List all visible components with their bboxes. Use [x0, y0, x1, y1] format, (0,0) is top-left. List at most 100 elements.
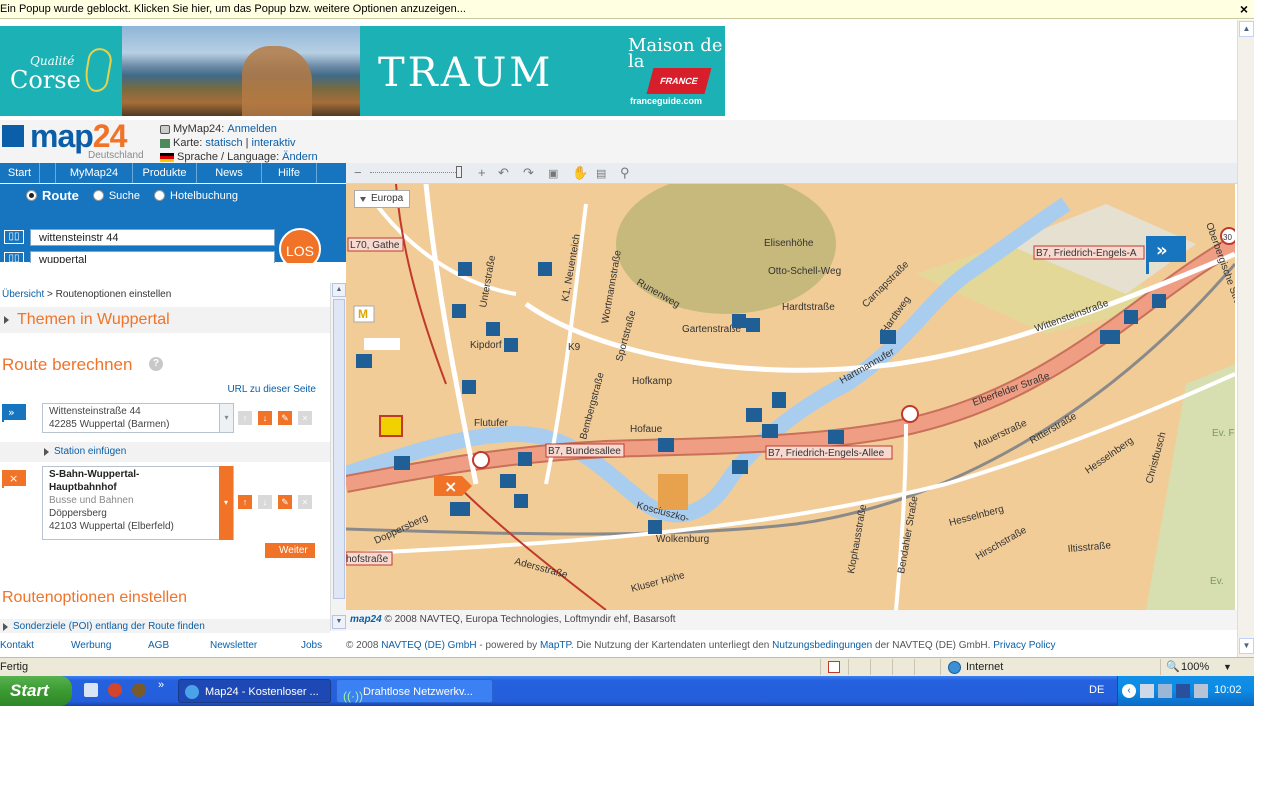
interactive-map-link[interactable]: interaktiv: [252, 136, 296, 150]
station-insert-row[interactable]: Station einfügen: [0, 442, 330, 462]
taskbar-wireless[interactable]: ((·)) Drahtlose Netzwerkv...: [336, 679, 493, 703]
footer-werbung[interactable]: Werbung: [71, 640, 111, 651]
car-icon[interactable]: [880, 330, 896, 344]
bus-icon[interactable]: [772, 392, 786, 406]
parking-icon[interactable]: [452, 304, 466, 318]
themen-section[interactable]: Themen in Wuppertal: [0, 307, 330, 333]
tools-icon[interactable]: ⚲: [620, 165, 630, 181]
parking-icon[interactable]: [746, 318, 760, 332]
hotel-icon[interactable]: [356, 354, 372, 368]
panel-scroll-down-icon[interactable]: ▼: [332, 615, 346, 629]
quicklaunch-outlook-icon[interactable]: [84, 683, 98, 697]
map-canvas[interactable]: 30 L70, Gathe B7, Friedrich-Engels-A B7,…: [346, 184, 1235, 610]
print-icon[interactable]: ▤: [596, 167, 606, 180]
weiter-button[interactable]: Weiter: [265, 543, 315, 558]
parking-icon[interactable]: [538, 262, 552, 276]
hotel-icon[interactable]: [394, 456, 410, 470]
region-select-button[interactable]: Europa: [354, 190, 410, 208]
footer-agb[interactable]: AGB: [148, 640, 169, 651]
dest-edit-icon[interactable]: ✎: [278, 495, 292, 509]
url-link[interactable]: URL zu dieser Seite: [227, 384, 316, 395]
radio-suche[interactable]: Suche: [92, 188, 140, 203]
help-icon[interactable]: ?: [149, 357, 163, 371]
traffic-warning-icon[interactable]: [472, 451, 490, 469]
radio-route[interactable]: Route: [26, 188, 79, 203]
car-icon[interactable]: [746, 408, 762, 422]
popup-blocked-bar[interactable]: Ein Popup wurde geblockt. Klicken Sie hi…: [0, 0, 1254, 19]
parking-icon[interactable]: [648, 520, 662, 534]
panel-scrollbar[interactable]: ▲ ▼: [330, 283, 346, 631]
start-dropdown-icon[interactable]: ▾: [219, 404, 233, 432]
zoom-out-icon[interactable]: −: [354, 165, 362, 180]
parking-icon[interactable]: [518, 452, 532, 466]
close-icon[interactable]: ×: [1240, 0, 1248, 18]
quicklaunch-app-icon[interactable]: [108, 683, 122, 697]
parking-icon[interactable]: [486, 322, 500, 336]
popup-message[interactable]: Ein Popup wurde geblockt. Klicken Sie hi…: [0, 3, 466, 15]
quicklaunch-more-icon[interactable]: »: [158, 679, 164, 691]
nav-start[interactable]: Start: [0, 163, 40, 183]
radio-hotel-button[interactable]: [154, 190, 166, 201]
redo-icon[interactable]: ↷: [523, 165, 534, 181]
scroll-up-icon[interactable]: ▲: [1239, 21, 1254, 37]
taskbar-map24[interactable]: Map24 - Kostenloser ...: [178, 679, 331, 703]
train-station-icon[interactable]: [450, 502, 470, 516]
zoom-dropdown-icon[interactable]: ▼: [1223, 658, 1232, 676]
footer-navteq-link[interactable]: NAVTEQ (DE) GmbH: [381, 640, 476, 651]
radio-route-button[interactable]: [26, 190, 37, 201]
dest-move-down-icon[interactable]: ↓: [258, 495, 272, 509]
pan-hand-icon[interactable]: ✋: [572, 165, 588, 181]
zoom-icon[interactable]: 🔍: [1166, 658, 1180, 676]
poi-link[interactable]: Sonderziele (POI) entlang der Route find…: [13, 621, 205, 632]
tray-bluetooth-icon[interactable]: [1176, 684, 1190, 698]
clock[interactable]: 10:02: [1214, 684, 1242, 696]
parking-icon[interactable]: [732, 314, 746, 328]
panel-scroll-up-icon[interactable]: ▲: [332, 283, 346, 297]
tray-monitor-icon[interactable]: [1194, 684, 1208, 698]
static-map-link[interactable]: statisch: [205, 136, 242, 150]
nav-hilfe[interactable]: Hilfe: [262, 163, 317, 183]
hotel-icon[interactable]: [500, 474, 516, 488]
start-edit-icon[interactable]: ✎: [278, 411, 292, 425]
panel-scroll-thumb[interactable]: [333, 299, 345, 599]
quicklaunch-app2-icon[interactable]: [132, 683, 146, 697]
dest-dropdown-icon[interactable]: ▾: [219, 466, 233, 540]
extrablatt-icon[interactable]: [364, 338, 400, 350]
scroll-down-icon[interactable]: ▼: [1239, 638, 1254, 654]
traffic-warning-icon[interactable]: [901, 405, 919, 423]
lock-map-icon[interactable]: ▣: [548, 167, 558, 180]
zoom-slider-knob[interactable]: [456, 166, 462, 178]
zoom-level[interactable]: 100%: [1181, 658, 1209, 676]
footer-privacy-link[interactable]: Privacy Policy: [993, 640, 1055, 651]
nav-news[interactable]: News: [197, 163, 262, 183]
gas-station-icon[interactable]: [828, 430, 844, 444]
breadcrumb-overview-link[interactable]: Übersicht: [2, 289, 44, 300]
gas-station-icon[interactable]: [504, 338, 518, 352]
footer-maptp-link[interactable]: MapTP: [540, 640, 571, 651]
footer-newsletter[interactable]: Newsletter: [210, 640, 257, 651]
start-address-box[interactable]: Wittensteinstraße 44 42285 Wuppertal (Ba…: [42, 403, 234, 433]
from-addressbook-icon[interactable]: ▯▯: [4, 230, 24, 244]
start-move-down-icon[interactable]: ↓: [258, 411, 272, 425]
cinema-icon[interactable]: [379, 415, 403, 437]
subway-icon[interactable]: [1124, 310, 1138, 324]
login-link[interactable]: Anmelden: [227, 122, 277, 136]
franceguide-link[interactable]: franceguide.com: [630, 96, 702, 106]
dest-move-up-icon[interactable]: ↑: [238, 495, 252, 509]
park-and-ride-icon[interactable]: [1152, 294, 1166, 308]
from-input[interactable]: [30, 229, 275, 246]
change-language-link[interactable]: Ändern: [282, 150, 317, 164]
footer-jobs[interactable]: Jobs: [301, 640, 322, 651]
start-button[interactable]: Start: [0, 676, 72, 706]
dest-delete-icon[interactable]: ×: [298, 495, 312, 509]
radio-suche-button[interactable]: [92, 190, 104, 201]
map-view[interactable]: 30 L70, Gathe B7, Friedrich-Engels-A B7,…: [346, 184, 1235, 610]
train-station-icon[interactable]: [1100, 330, 1120, 344]
banner-ad[interactable]: Qualité Corse TRAUM Maison de la FRANCE …: [0, 26, 725, 116]
browser-scrollbar[interactable]: ▲ ▼: [1237, 20, 1254, 657]
parking-icon[interactable]: [458, 262, 472, 276]
tray-network-icon[interactable]: [1140, 684, 1154, 698]
station-link[interactable]: Station einfügen: [54, 446, 126, 457]
start-delete-icon[interactable]: ×: [298, 411, 312, 425]
parking-icon[interactable]: [462, 380, 476, 394]
